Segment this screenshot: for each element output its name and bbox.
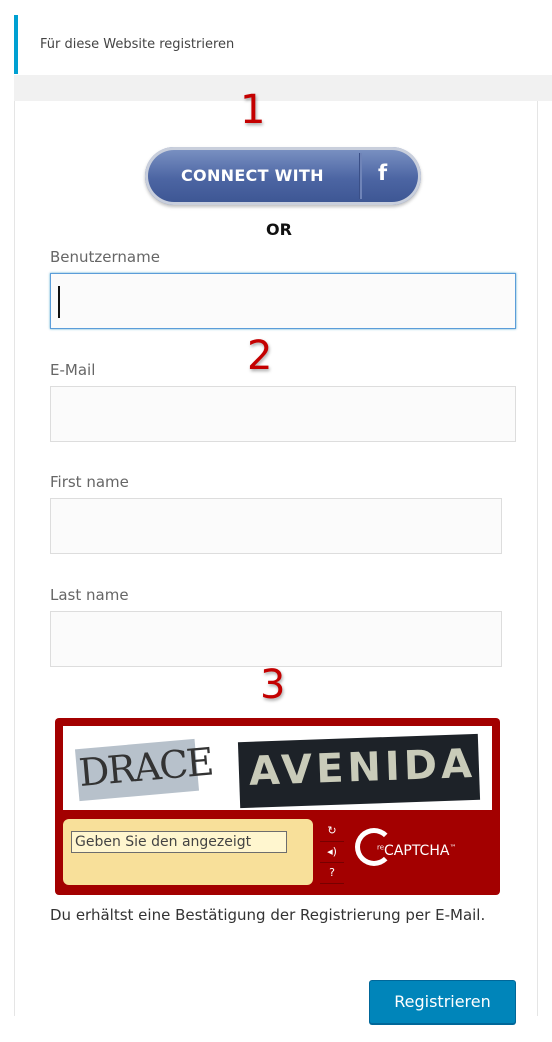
annotation-2: 2: [247, 333, 273, 379]
text-caret: [58, 286, 60, 318]
or-separator: OR: [266, 220, 292, 239]
refresh-icon[interactable]: ↻: [320, 821, 344, 842]
connect-button-label: CONNECT WITH: [181, 166, 324, 185]
connect-facebook-button[interactable]: CONNECT WITH f: [145, 147, 421, 205]
captcha-word-2: AVENIDA: [237, 733, 481, 809]
email-label: E-Mail: [50, 361, 96, 379]
username-input[interactable]: [50, 273, 516, 329]
annotation-1: 1: [240, 87, 266, 133]
recaptcha-logo-text: reCAPTCHA™: [377, 843, 456, 859]
captcha-input-area: Geben Sie den angezeigt: [63, 819, 313, 885]
captcha-word-1: DRACE: [74, 738, 214, 802]
recaptcha-widget: DRACE AVENIDA Geben Sie den angezeigt ↻ …: [55, 718, 500, 895]
registration-page: Für diese Website registrieren 1 2 3 CON…: [0, 0, 552, 1042]
logo-word: CAPTCHA: [384, 843, 450, 859]
logo-tm: ™: [449, 843, 457, 852]
last-name-label: Last name: [50, 586, 129, 604]
captcha-placeholder: Geben Sie den angezeigt: [75, 834, 252, 850]
username-label: Benutzername: [50, 248, 160, 266]
captcha-word-2-text: AVENIDA: [248, 740, 477, 795]
logo-prefix: re: [377, 843, 385, 852]
captcha-word-1-text: DRACE: [77, 739, 214, 795]
facebook-icon: f: [378, 161, 388, 185]
captcha-image: DRACE AVENIDA: [63, 726, 492, 810]
notice-text: Für diese Website registrieren: [40, 37, 235, 52]
first-name-label: First name: [50, 473, 129, 491]
audio-icon[interactable]: ◂): [320, 842, 344, 863]
button-divider: [359, 153, 362, 199]
captcha-input[interactable]: Geben Sie den angezeigt: [71, 831, 287, 853]
notice-banner: Für diese Website registrieren: [14, 15, 552, 74]
first-name-input[interactable]: [50, 498, 502, 554]
email-input[interactable]: [50, 386, 516, 442]
captcha-controls: ↻ ◂) ?: [320, 819, 344, 885]
register-button[interactable]: Registrieren: [369, 980, 516, 1024]
recaptcha-logo: reCAPTCHA™: [355, 826, 475, 882]
annotation-3: 3: [260, 662, 286, 708]
confirmation-text: Du erhältst eine Bestätigung der Registr…: [50, 906, 486, 924]
help-icon[interactable]: ?: [320, 863, 344, 884]
last-name-input[interactable]: [50, 611, 502, 667]
panel-header: [14, 75, 552, 101]
